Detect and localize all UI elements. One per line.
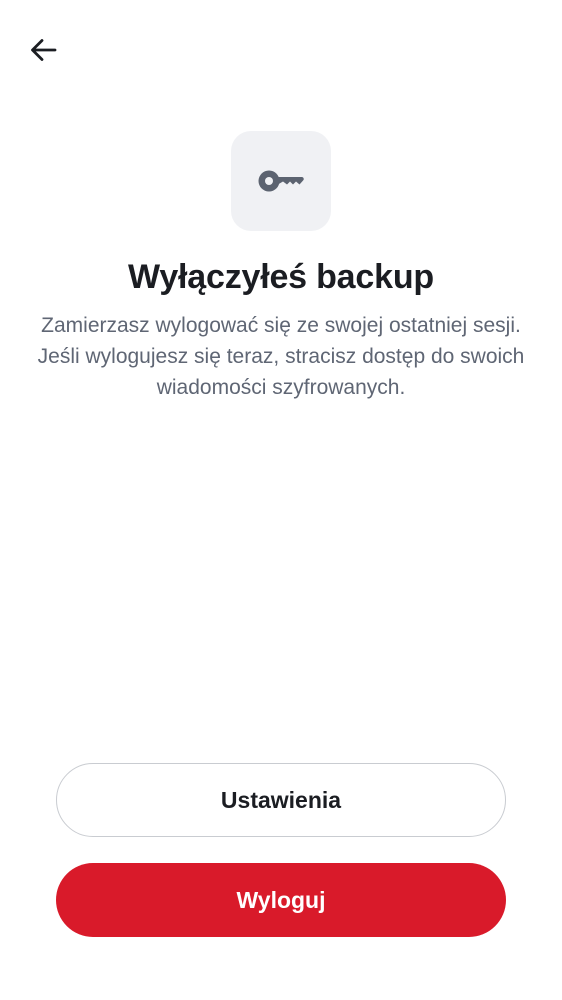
- back-button[interactable]: [22, 30, 64, 70]
- logout-button-label: Wyloguj: [236, 886, 326, 913]
- settings-button[interactable]: Ustawienia: [56, 763, 506, 837]
- key-icon-tile: [231, 131, 331, 231]
- logout-button[interactable]: Wyloguj: [56, 863, 506, 937]
- page-title: Wyłączyłeś backup: [128, 258, 434, 296]
- page-description: Zamierzasz wylogować się ze swojej ostat…: [37, 314, 525, 399]
- key-icon: [257, 168, 305, 194]
- settings-button-label: Ustawienia: [220, 786, 342, 813]
- arrow-left-icon: [29, 38, 57, 62]
